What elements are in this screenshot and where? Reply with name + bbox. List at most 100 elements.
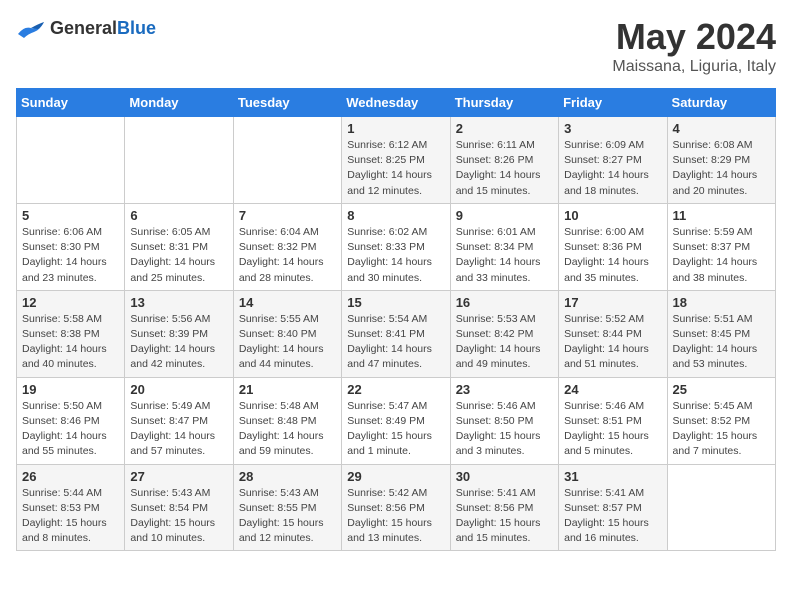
logo-text: GeneralBlue: [50, 18, 156, 39]
day-number: 3: [564, 121, 661, 136]
title-area: May 2024 Maissana, Liguria, Italy: [612, 16, 776, 76]
day-info: Sunrise: 6:05 AMSunset: 8:31 PMDaylight:…: [130, 225, 227, 286]
day-of-week-header: Monday: [125, 89, 233, 117]
day-info: Sunrise: 6:00 AMSunset: 8:36 PMDaylight:…: [564, 225, 661, 286]
calendar-cell: 11 Sunrise: 5:59 AMSunset: 8:37 PMDayligh…: [667, 203, 775, 290]
calendar-week-row: 26Sunrise: 5:44 AMSunset: 8:53 PMDayligh…: [17, 464, 776, 551]
day-info: Sunrise: 5:43 AMSunset: 8:54 PMDaylight:…: [130, 486, 227, 547]
calendar-cell: 18Sunrise: 5:51 AMSunset: 8:45 PMDayligh…: [667, 290, 775, 377]
calendar-cell: 5Sunrise: 6:06 AMSunset: 8:30 PMDaylight…: [17, 203, 125, 290]
day-info: Sunrise: 6:09 AMSunset: 8:27 PMDaylight:…: [564, 138, 661, 199]
calendar-cell: 31 Sunrise: 5:41 AMSunset: 8:57 PMDayligh…: [559, 464, 667, 551]
calendar-cell: 13 Sunrise: 5:56 AMSunset: 8:39 PMDayligh…: [125, 290, 233, 377]
day-info: Sunrise: 5:59 AMSunset: 8:37 PMDaylight:…: [673, 225, 770, 286]
calendar-cell: 9 Sunrise: 6:01 AMSunset: 8:34 PMDaylight…: [450, 203, 558, 290]
day-number: 19: [22, 382, 119, 397]
day-number: 17: [564, 295, 661, 310]
day-number: 4: [673, 121, 770, 136]
day-number: 9: [456, 208, 553, 223]
day-number: 2: [456, 121, 553, 136]
day-info: Sunrise: 6:02 AMSunset: 8:33 PMDaylight:…: [347, 225, 444, 286]
day-number: 31: [564, 469, 661, 484]
day-number: 15: [347, 295, 444, 310]
day-number: 14: [239, 295, 336, 310]
day-number: 21: [239, 382, 336, 397]
calendar-week-row: 19 Sunrise: 5:50 AMSunset: 8:46 PMDayligh…: [17, 377, 776, 464]
page-header: GeneralBlue May 2024 Maissana, Liguria, …: [16, 16, 776, 76]
calendar-week-row: 12 Sunrise: 5:58 AMSunset: 8:38 PMDayligh…: [17, 290, 776, 377]
calendar-cell: 29Sunrise: 5:42 AMSunset: 8:56 PMDayligh…: [342, 464, 450, 551]
day-info: Sunrise: 5:44 AMSunset: 8:53 PMDaylight:…: [22, 486, 119, 547]
day-info: Sunrise: 6:08 AMSunset: 8:29 PMDaylight:…: [673, 138, 770, 199]
day-of-week-header: Wednesday: [342, 89, 450, 117]
day-info: Sunrise: 5:48 AMSunset: 8:48 PMDaylight:…: [239, 399, 336, 460]
day-info: Sunrise: 5:51 AMSunset: 8:45 PMDaylight:…: [673, 312, 770, 373]
day-of-week-header: Saturday: [667, 89, 775, 117]
day-info: Sunrise: 6:04 AMSunset: 8:32 PMDaylight:…: [239, 225, 336, 286]
calendar-week-row: 1 Sunrise: 6:12 AMSunset: 8:25 PMDaylight…: [17, 117, 776, 204]
calendar-table: SundayMondayTuesdayWednesdayThursdayFrid…: [16, 88, 776, 551]
calendar-cell: 2 Sunrise: 6:11 AMSunset: 8:26 PMDaylight…: [450, 117, 558, 204]
calendar-cell: [17, 117, 125, 204]
calendar-cell: 24 Sunrise: 5:46 AMSunset: 8:51 PMDayligh…: [559, 377, 667, 464]
day-number: 16: [456, 295, 553, 310]
calendar-cell: 4 Sunrise: 6:08 AMSunset: 8:29 PMDaylight…: [667, 117, 775, 204]
day-number: 20: [130, 382, 227, 397]
day-info: Sunrise: 5:49 AMSunset: 8:47 PMDaylight:…: [130, 399, 227, 460]
calendar-cell: [233, 117, 341, 204]
day-of-week-header: Thursday: [450, 89, 558, 117]
logo-general: General: [50, 18, 117, 38]
day-of-week-header: Friday: [559, 89, 667, 117]
day-number: 24: [564, 382, 661, 397]
day-info: Sunrise: 5:54 AMSunset: 8:41 PMDaylight:…: [347, 312, 444, 373]
calendar-cell: 15 Sunrise: 5:54 AMSunset: 8:41 PMDayligh…: [342, 290, 450, 377]
day-info: Sunrise: 6:01 AMSunset: 8:34 PMDaylight:…: [456, 225, 553, 286]
day-number: 1: [347, 121, 444, 136]
day-number: 25: [673, 382, 770, 397]
calendar-cell: [125, 117, 233, 204]
day-number: 13: [130, 295, 227, 310]
calendar-cell: 14Sunrise: 5:55 AMSunset: 8:40 PMDayligh…: [233, 290, 341, 377]
calendar-cell: 8Sunrise: 6:02 AMSunset: 8:33 PMDaylight…: [342, 203, 450, 290]
day-number: 27: [130, 469, 227, 484]
day-number: 12: [22, 295, 119, 310]
day-info: Sunrise: 5:50 AMSunset: 8:46 PMDaylight:…: [22, 399, 119, 460]
day-number: 6: [130, 208, 227, 223]
calendar-cell: 23Sunrise: 5:46 AMSunset: 8:50 PMDayligh…: [450, 377, 558, 464]
calendar-cell: 20 Sunrise: 5:49 AMSunset: 8:47 PMDayligh…: [125, 377, 233, 464]
calendar-week-row: 5Sunrise: 6:06 AMSunset: 8:30 PMDaylight…: [17, 203, 776, 290]
day-of-week-header: Tuesday: [233, 89, 341, 117]
calendar-cell: 30Sunrise: 5:41 AMSunset: 8:56 PMDayligh…: [450, 464, 558, 551]
day-info: Sunrise: 6:12 AMSunset: 8:25 PMDaylight:…: [347, 138, 444, 199]
day-number: 22: [347, 382, 444, 397]
calendar-cell: [667, 464, 775, 551]
day-info: Sunrise: 5:53 AMSunset: 8:42 PMDaylight:…: [456, 312, 553, 373]
calendar-cell: 10Sunrise: 6:00 AMSunset: 8:36 PMDayligh…: [559, 203, 667, 290]
calendar-header-row: SundayMondayTuesdayWednesdayThursdayFrid…: [17, 89, 776, 117]
calendar-cell: 12 Sunrise: 5:58 AMSunset: 8:38 PMDayligh…: [17, 290, 125, 377]
location-subtitle: Maissana, Liguria, Italy: [612, 58, 776, 76]
calendar-cell: 26Sunrise: 5:44 AMSunset: 8:53 PMDayligh…: [17, 464, 125, 551]
day-info: Sunrise: 5:58 AMSunset: 8:38 PMDaylight:…: [22, 312, 119, 373]
calendar-cell: 3 Sunrise: 6:09 AMSunset: 8:27 PMDaylight…: [559, 117, 667, 204]
calendar-cell: 6 Sunrise: 6:05 AMSunset: 8:31 PMDaylight…: [125, 203, 233, 290]
calendar-cell: 25Sunrise: 5:45 AMSunset: 8:52 PMDayligh…: [667, 377, 775, 464]
day-info: Sunrise: 6:11 AMSunset: 8:26 PMDaylight:…: [456, 138, 553, 199]
day-info: Sunrise: 5:43 AMSunset: 8:55 PMDaylight:…: [239, 486, 336, 547]
logo-blue: Blue: [117, 18, 156, 38]
calendar-cell: 16 Sunrise: 5:53 AMSunset: 8:42 PMDayligh…: [450, 290, 558, 377]
calendar-cell: 1 Sunrise: 6:12 AMSunset: 8:25 PMDaylight…: [342, 117, 450, 204]
day-info: Sunrise: 5:52 AMSunset: 8:44 PMDaylight:…: [564, 312, 661, 373]
day-number: 30: [456, 469, 553, 484]
calendar-cell: 22Sunrise: 5:47 AMSunset: 8:49 PMDayligh…: [342, 377, 450, 464]
day-number: 11: [673, 208, 770, 223]
day-number: 7: [239, 208, 336, 223]
day-info: Sunrise: 5:56 AMSunset: 8:39 PMDaylight:…: [130, 312, 227, 373]
day-info: Sunrise: 5:46 AMSunset: 8:50 PMDaylight:…: [456, 399, 553, 460]
day-of-week-header: Sunday: [17, 89, 125, 117]
day-number: 29: [347, 469, 444, 484]
day-info: Sunrise: 5:41 AMSunset: 8:57 PMDaylight:…: [564, 486, 661, 547]
logo-bird-icon: [16, 16, 46, 40]
day-info: Sunrise: 5:46 AMSunset: 8:51 PMDaylight:…: [564, 399, 661, 460]
calendar-cell: 7 Sunrise: 6:04 AMSunset: 8:32 PMDaylight…: [233, 203, 341, 290]
